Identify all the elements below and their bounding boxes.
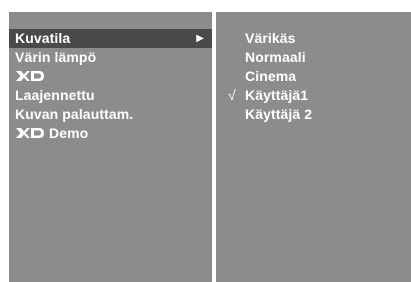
submenu-item-kayttaja2[interactable]: Käyttäjä 2 (216, 105, 411, 124)
submenu-item-label: Normaali (245, 49, 306, 65)
submenu-item-kayttaja1[interactable]: √ Käyttäjä1 (216, 86, 411, 105)
submenu-item-normaali[interactable]: Normaali (216, 48, 411, 67)
main-menu-panel: Kuvatila ▶ Värin lämpö Laajennettu Kuvan… (9, 12, 212, 282)
submenu-item-label: Käyttäjä 2 (245, 106, 313, 122)
menu-item-varin-lampo[interactable]: Värin lämpö (9, 48, 212, 67)
submenu-item-label: Värikäs (245, 30, 296, 46)
submenu-item-cinema[interactable]: Cinema (216, 67, 411, 86)
menu-item-laajennettu[interactable]: Laajennettu (9, 86, 212, 105)
menu-item-kuvatila[interactable]: Kuvatila ▶ (9, 29, 212, 48)
xd-logo-icon (16, 128, 44, 139)
check-mark-icon: √ (228, 87, 236, 103)
xd-logo-icon (16, 71, 44, 82)
menu-item-xd[interactable] (9, 67, 212, 86)
submenu-panel: Värikäs Normaali Cinema √ Käyttäjä1 Käyt… (216, 12, 411, 282)
menu-item-label: Kuvan palauttam. (15, 106, 134, 122)
menu-item-label: Laajennettu (15, 87, 95, 103)
menu-item-label: Kuvatila (15, 30, 71, 46)
submenu-item-varikas[interactable]: Värikäs (216, 29, 411, 48)
menu-item-kuvan-palauttam[interactable]: Kuvan palauttam. (9, 105, 212, 124)
submenu-arrow-icon: ▶ (196, 33, 204, 44)
menu-item-label: Värin lämpö (15, 49, 97, 65)
menu-item-xd-demo[interactable]: Demo (9, 124, 212, 143)
menu-item-label: Demo (49, 125, 89, 141)
submenu-item-label: Käyttäjä1 (245, 87, 309, 103)
osd-picture-menu: Kuvatila ▶ Värin lämpö Laajennettu Kuvan… (0, 0, 411, 282)
submenu-item-label: Cinema (245, 68, 297, 84)
